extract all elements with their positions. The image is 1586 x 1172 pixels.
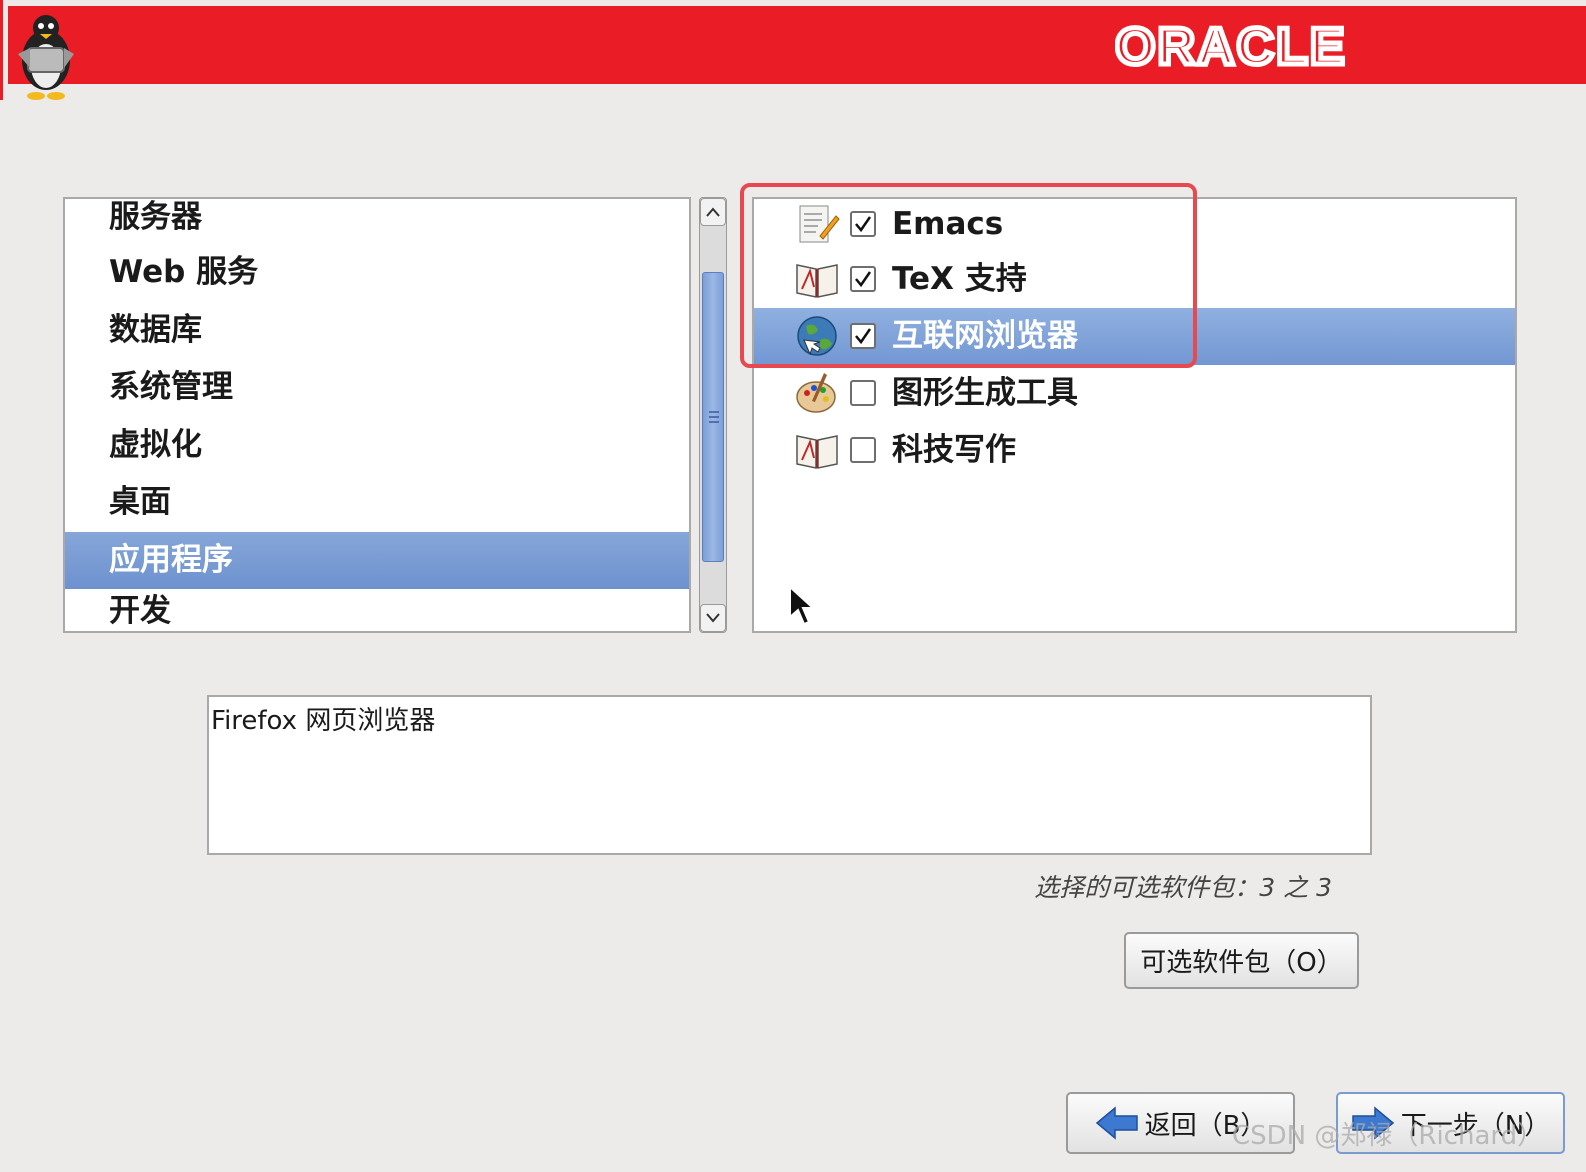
header-edge <box>0 0 3 100</box>
chevron-down-icon <box>706 613 720 623</box>
scroll-down-button[interactable] <box>700 604 726 632</box>
category-list[interactable]: 服务器 Web 服务 数据库 系统管理 虚拟化 桌面 应用程序 开发 <box>63 197 691 633</box>
selected-count-label: 选择的可选软件包：3 之 3 <box>1034 873 1332 902</box>
category-item[interactable]: 服务器 <box>65 199 689 246</box>
arrow-left-icon <box>1095 1106 1138 1140</box>
text-editor-icon <box>799 205 840 243</box>
description-text: Firefox 网页浏览器 <box>211 706 436 736</box>
category-item[interactable]: Web 服务 <box>65 244 689 301</box>
mouse-cursor-icon <box>789 585 816 626</box>
package-checkbox[interactable] <box>850 380 876 406</box>
tux-penguin-icon <box>18 15 74 100</box>
package-row[interactable]: TeX 支持 <box>754 251 1515 308</box>
oracle-logo: ORACLE <box>1115 20 1347 70</box>
category-item[interactable]: 开发 <box>65 583 689 631</box>
package-list[interactable]: Emacs TeX 支持互联网浏览器 图形生成工具 科技写作 <box>752 197 1517 633</box>
package-checkbox[interactable] <box>850 266 876 292</box>
scroll-thumb[interactable] <box>702 272 724 562</box>
category-item[interactable]: 桌面 <box>65 474 689 531</box>
chevron-up-icon <box>706 207 720 217</box>
package-label: 互联网浏览器 <box>892 318 1078 354</box>
package-label: TeX 支持 <box>892 261 1027 297</box>
checkmark-icon <box>855 328 872 345</box>
package-label: Emacs <box>892 206 1004 242</box>
palette-icon <box>796 373 836 413</box>
package-row[interactable]: 科技写作 <box>754 422 1515 479</box>
package-row[interactable]: 互联网浏览器 <box>754 308 1515 365</box>
book-icon <box>796 264 838 298</box>
optional-packages-label: 可选软件包（O） <box>1140 948 1343 978</box>
package-label: 科技写作 <box>892 432 1016 468</box>
optional-packages-button[interactable]: 可选软件包（O） <box>1124 932 1359 989</box>
package-description: Firefox 网页浏览器 <box>207 695 1372 855</box>
package-checkbox[interactable] <box>850 323 876 349</box>
category-item[interactable]: 应用程序 <box>65 532 689 589</box>
category-scrollbar[interactable] <box>699 197 727 633</box>
package-checkbox[interactable] <box>850 211 876 237</box>
globe-icon <box>797 316 837 356</box>
package-row[interactable]: Emacs <box>754 199 1515 253</box>
category-item[interactable]: 数据库 <box>65 302 689 359</box>
category-item[interactable]: 虚拟化 <box>65 417 689 474</box>
category-item[interactable]: 系统管理 <box>65 359 689 416</box>
book-icon <box>796 435 838 469</box>
grip-icon <box>709 411 719 423</box>
checkmark-icon <box>855 216 872 233</box>
package-row[interactable]: 图形生成工具 <box>754 365 1515 422</box>
svg-text:ORACLE: ORACLE <box>1115 20 1347 70</box>
package-label: 图形生成工具 <box>892 375 1078 411</box>
checkmark-icon <box>855 271 872 288</box>
scroll-up-button[interactable] <box>700 198 726 226</box>
watermark: CSDN @郑禄（Richard） <box>1232 1121 1544 1151</box>
package-checkbox[interactable] <box>850 437 876 463</box>
